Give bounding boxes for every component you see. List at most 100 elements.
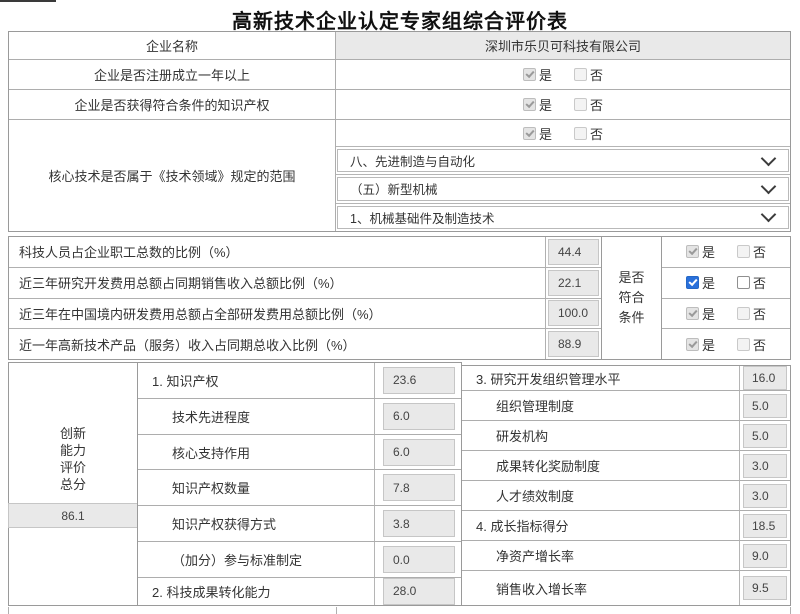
table-row: 企业名称 深圳市乐贝可科技有限公司 xyxy=(9,32,790,60)
table-row: 成果转化奖励制度 3.0 xyxy=(462,451,790,481)
table-row: 近三年研究开发费用总额占同期销售收入总额比例（%） 22.1 xyxy=(9,268,601,299)
no-label: 否 xyxy=(753,335,766,354)
achievement-transformation-value: 28.0 xyxy=(383,578,455,605)
transformation-reward-value: 3.0 xyxy=(743,454,787,478)
growth-indicator-label: 4. 成长指标得分 xyxy=(462,511,740,540)
table-row: 近三年在中国境内研发费用总额占全部研发费用总额比例（%） 100.0 xyxy=(9,299,601,330)
transformation-reward-label: 成果转化奖励制度 xyxy=(462,451,740,480)
org-management-system-label: 组织管理制度 xyxy=(462,391,740,420)
selected-value: 1、机械基础件及制造技术 xyxy=(350,208,494,227)
chevron-down-icon xyxy=(761,150,777,166)
tech-field-scope-label: 核心技术是否属于《技术领域》规定的范围 xyxy=(9,120,336,231)
table-row: （加分）参与标准制定 0.0 xyxy=(138,542,461,578)
rd-expense-ratio-value: 22.1 xyxy=(548,270,599,296)
tech-advancement-label: 技术先进程度 xyxy=(138,399,375,434)
screen-edge-artifact xyxy=(0,0,56,2)
talent-performance-label: 人才绩效制度 xyxy=(462,481,740,510)
table-row: 1. 知识产权 23.6 xyxy=(138,363,461,399)
yes-label: 是 xyxy=(702,273,715,292)
no-label: 否 xyxy=(753,242,766,261)
yes-checkbox xyxy=(686,307,699,320)
table-row: 科技人员占企业职工总数的比例（%） 44.4 xyxy=(9,237,601,268)
tech-staff-ratio-label: 科技人员占企业职工总数的比例（%） xyxy=(9,237,546,267)
tech-field-level3-select[interactable]: 1、机械基础件及制造技术 xyxy=(337,206,789,229)
basic-info-table: 企业名称 深圳市乐贝可科技有限公司 企业是否注册成立一年以上 是 否 企业是否获… xyxy=(8,31,791,232)
no-label: 否 xyxy=(590,65,603,84)
tech-field-level1-select[interactable]: 八、先进制造与自动化 xyxy=(337,149,789,172)
ip-acquisition-label: 知识产权获得方式 xyxy=(138,506,375,541)
sales-revenue-growth-value: 9.5 xyxy=(743,576,787,600)
next-table-partial-row xyxy=(8,607,791,614)
tech-field-choice: 是 否 xyxy=(336,120,790,147)
sales-revenue-growth-label: 销售收入增长率 xyxy=(462,571,740,605)
standard-participation-value: 0.0 xyxy=(383,546,455,573)
selected-value: （五）新型机械 xyxy=(350,179,438,198)
ip-acquisition-value: 3.8 xyxy=(383,510,455,537)
core-support-label: 核心支持作用 xyxy=(138,435,375,470)
rd-expense-ratio-label: 近三年研究开发费用总额占同期销售收入总额比例（%） xyxy=(9,268,546,298)
registered-over-one-year-label: 企业是否注册成立一年以上 xyxy=(9,60,336,89)
score-table-left: 1. 知识产权 23.6 技术先进程度 6.0 核心支持作用 6.0 知识产权数… xyxy=(137,362,462,606)
tech-field-level1-row: 八、先进制造与自动化 xyxy=(336,147,790,175)
no-checkbox xyxy=(737,338,750,351)
achievement-transformation-label: 2. 科技成果转化能力 xyxy=(138,578,375,605)
no-label: 否 xyxy=(590,124,603,143)
ip-score-value: 23.6 xyxy=(383,367,455,394)
no-checkbox xyxy=(574,127,587,140)
innovation-total-score-value: 86.1 xyxy=(8,503,138,528)
tech-field-level2-select[interactable]: （五）新型机械 xyxy=(337,177,789,200)
domestic-rd-ratio-meets: 是 否 xyxy=(662,299,790,330)
table-row: 4. 成长指标得分 18.5 xyxy=(462,511,790,541)
yes-label: 是 xyxy=(539,95,552,114)
tech-field-level2-row: （五）新型机械 xyxy=(336,175,790,203)
ratio-indicators-table: 科技人员占企业职工总数的比例（%） 44.4 近三年研究开发费用总额占同期销售收… xyxy=(8,236,791,360)
tech-staff-ratio-meets: 是 否 xyxy=(662,237,790,268)
standard-participation-label: （加分）参与标准制定 xyxy=(138,542,375,577)
tech-field-level3-row: 1、机械基础件及制造技术 xyxy=(336,204,790,231)
table-row: 2. 科技成果转化能力 28.0 xyxy=(138,578,461,605)
chevron-down-icon xyxy=(761,207,777,223)
company-name-value: 深圳市乐贝可科技有限公司 xyxy=(336,32,790,59)
no-checkbox xyxy=(574,98,587,111)
table-row: 核心技术是否属于《技术领域》规定的范围 是 否 八、先进制造与自动化 xyxy=(9,120,790,231)
yes-label: 是 xyxy=(702,242,715,261)
page-title: 高新技术企业认定专家组综合评价表 xyxy=(0,5,800,34)
org-management-system-value: 5.0 xyxy=(743,394,787,418)
ip-quantity-value: 7.8 xyxy=(383,474,455,501)
evaluation-form-page: 高新技术企业认定专家组综合评价表 企业名称 深圳市乐贝可科技有限公司 企业是否注… xyxy=(0,0,800,614)
no-label: 否 xyxy=(753,304,766,323)
yes-checkbox[interactable] xyxy=(686,276,699,289)
table-row: 知识产权获得方式 3.8 xyxy=(138,506,461,542)
table-row: 研发机构 5.0 xyxy=(462,421,790,451)
tech-advancement-value: 6.0 xyxy=(383,403,455,430)
yes-label: 是 xyxy=(539,124,552,143)
hightech-income-ratio-value: 88.9 xyxy=(548,331,599,357)
rd-expense-ratio-meets: 是 否 xyxy=(662,268,790,299)
yes-label: 是 xyxy=(539,65,552,84)
table-row: 核心支持作用 6.0 xyxy=(138,435,461,471)
rd-management-value: 16.0 xyxy=(743,366,787,390)
yes-label: 是 xyxy=(702,304,715,323)
talent-performance-value: 3.0 xyxy=(743,484,787,508)
rd-institution-label: 研发机构 xyxy=(462,421,740,450)
qualified-ip-choice: 是 否 xyxy=(523,95,603,114)
no-label: 否 xyxy=(753,273,766,292)
no-label: 否 xyxy=(590,95,603,114)
net-asset-growth-value: 9.0 xyxy=(743,544,787,568)
domestic-rd-ratio-label: 近三年在中国境内研发费用总额占全部研发费用总额比例（%） xyxy=(9,299,546,329)
table-row: 销售收入增长率 9.5 xyxy=(462,571,790,605)
table-row: 人才绩效制度 3.0 xyxy=(462,481,790,511)
ip-score-label: 1. 知识产权 xyxy=(138,363,375,398)
table-row: 净资产增长率 9.0 xyxy=(462,541,790,571)
tech-staff-ratio-value: 44.4 xyxy=(548,239,599,265)
hightech-income-ratio-label: 近一年高新技术产品（服务）收入占同期总收入比例（%） xyxy=(9,329,546,359)
net-asset-growth-label: 净资产增长率 xyxy=(462,541,740,570)
yes-checkbox xyxy=(523,68,536,81)
no-checkbox xyxy=(737,307,750,320)
innovation-total-score-label: 创新 能力 评价 总分 xyxy=(9,425,137,493)
registered-over-one-year-choice: 是 否 xyxy=(523,65,603,84)
rd-institution-value: 5.0 xyxy=(743,424,787,448)
company-name-label: 企业名称 xyxy=(9,32,336,59)
no-checkbox[interactable] xyxy=(737,276,750,289)
innovation-total-score-cell: 创新 能力 评价 总分 86.1 xyxy=(8,362,138,606)
